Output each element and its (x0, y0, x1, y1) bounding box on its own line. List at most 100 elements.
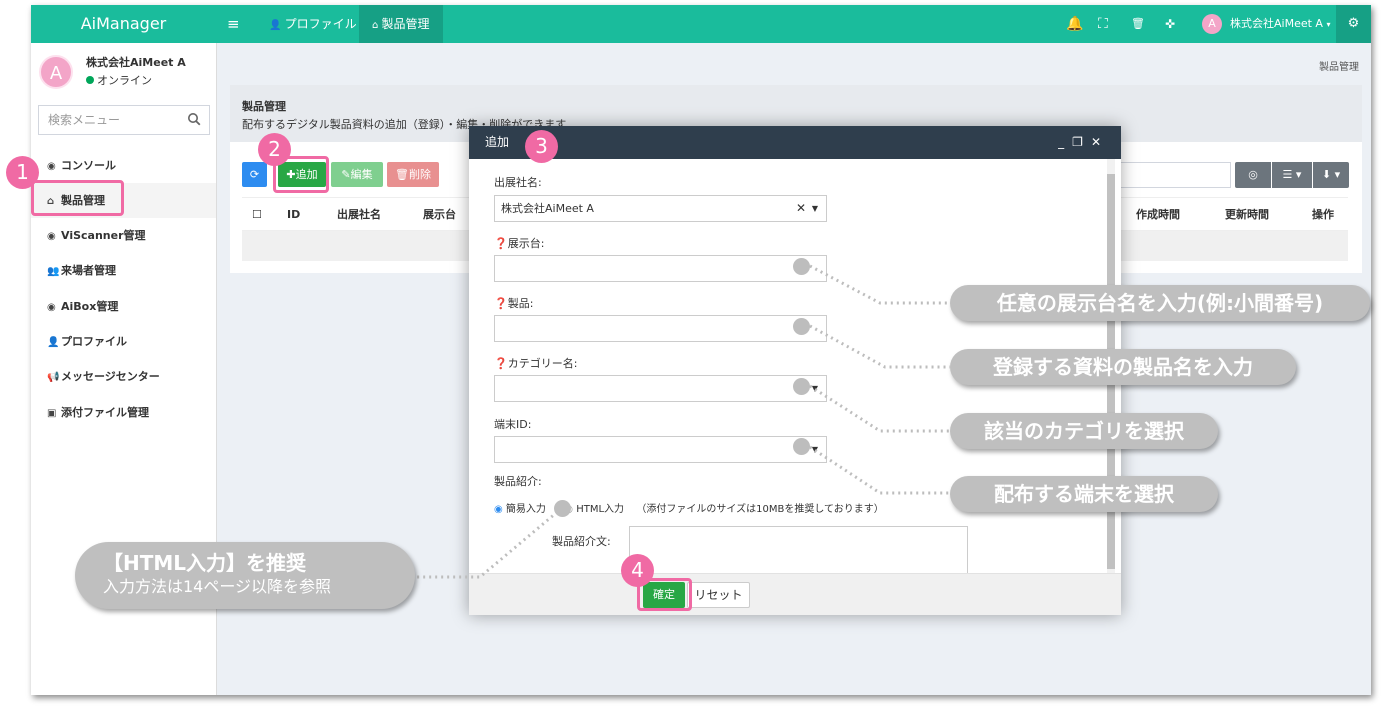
inbox-icon: ⌂ (372, 20, 382, 31)
sidebar-item-label: メッセージセンター (61, 370, 160, 383)
intro-label: 製品紹介: (494, 475, 542, 488)
sidebar-item-visitors[interactable]: 👥 来場者管理 (31, 253, 216, 288)
fullscreen-icon[interactable]: ✜ (1165, 5, 1175, 43)
category-select[interactable]: ▼ (494, 375, 827, 402)
sidebar-item-console[interactable]: ◉ コンソール (31, 148, 216, 183)
user-menu[interactable]: 株式会社AiMeet A ▾ (1230, 5, 1330, 44)
sidebar-item-messages[interactable]: 📢 メッセージセンター (31, 359, 216, 394)
dialog-footer: 確定 リセット (469, 573, 1121, 615)
maximize-icon[interactable]: ❐ (1072, 135, 1091, 149)
refresh-icon: ⟳ (249, 168, 260, 181)
clear-icon[interactable]: ✕ (796, 196, 806, 221)
online-status-label: オンライン (97, 74, 152, 87)
callout-dot (793, 258, 810, 275)
columns-menu-icon[interactable]: ☰ ▾ (1272, 162, 1312, 188)
callout-html-title: 【HTML入力】を推奨 (103, 551, 307, 575)
column-updated[interactable]: 更新時間 (1225, 198, 1269, 232)
intro-textarea[interactable] (629, 526, 968, 573)
minimize-icon[interactable]: _ (1058, 135, 1072, 149)
user-name: 株式会社AiMeet A (1230, 17, 1323, 30)
edit-button[interactable]: ✎編集 (331, 162, 383, 187)
radio-simple[interactable]: ◉ (494, 504, 503, 515)
category-label: ❓カテゴリー名: (494, 357, 578, 370)
bell-icon[interactable]: 🔔 (1066, 5, 1083, 43)
booth-input[interactable] (494, 255, 827, 282)
sidebar-item-aibox[interactable]: ◉ AiBox管理 (31, 289, 216, 324)
company-name: 株式会社AiMeet A (86, 56, 186, 69)
edit-button-label: 編集 (350, 168, 373, 181)
download-icon[interactable]: ⬇ ▾ (1313, 162, 1349, 188)
select-all-checkbox[interactable]: ☐ (252, 198, 262, 232)
device-label: 端末ID: (494, 418, 532, 431)
breadcrumb[interactable]: 製品管理 (1319, 58, 1359, 73)
step-marker-3: 3 (525, 130, 558, 163)
callout-dot (793, 378, 810, 395)
trash-icon[interactable]: 🗑 (1131, 5, 1145, 43)
toggle-view-icon[interactable]: ◎ (1235, 162, 1271, 188)
avatar[interactable]: A (1202, 14, 1222, 34)
column-created[interactable]: 作成時間 (1136, 198, 1180, 232)
product-input[interactable] (494, 315, 827, 342)
caret-down-icon: ▼ (811, 445, 818, 454)
nav-products[interactable]: ⌂ 製品管理 (359, 5, 443, 43)
column-id[interactable]: ID (287, 198, 300, 232)
callout-device: 配布する端末を選択 (950, 476, 1218, 512)
column-actions[interactable]: 操作 (1312, 198, 1334, 232)
user-avatar: A (39, 55, 73, 89)
exhibitor-value: 株式会社AiMeet A (501, 202, 594, 215)
radio-html-label: HTML入力 (576, 504, 625, 515)
pencil-icon: ✎ (341, 168, 351, 181)
search-input[interactable] (39, 106, 179, 134)
menu-toggle-icon[interactable]: ≡ (227, 5, 249, 43)
sidebar-item-viscanner[interactable]: ◉ ViScanner管理 (31, 218, 216, 253)
column-booth[interactable]: 展示台 (423, 198, 456, 232)
nav-profile[interactable]: 👤 プロファイル (255, 5, 371, 43)
settings-icon[interactable]: ⚙ (1336, 5, 1371, 43)
refresh-button[interactable]: ⟳ (242, 162, 267, 187)
table-search-input[interactable] (1111, 162, 1231, 188)
dialog-header: 追加 _❐✕ (469, 126, 1121, 159)
nav-products-label: 製品管理 (381, 17, 430, 31)
top-navbar: AiManager ≡ 👤 プロファイル ⌂ 製品管理 🔔 ⛶ 🗑 ✜ A 株式… (31, 5, 1371, 43)
dashboard-icon: ◉ (47, 302, 56, 313)
intro-mode-radios: ◉ 簡易入力 ○ HTML入力 （添付ファイルのサイズは10MBを推奨しておりま… (494, 500, 884, 515)
attachment-note: （添付ファイルのサイズは10MBを推奨しております） (636, 504, 884, 515)
sidebar-item-attachments[interactable]: ▣ 添付ファイル管理 (31, 395, 216, 430)
callout-dot (793, 438, 810, 455)
callout-html: 【HTML入力】を推奨 入力方法は14ページ以降を参照 (75, 542, 415, 609)
sidebar-item-label: コンソール (61, 159, 116, 172)
caret-down-icon: ▼ (811, 384, 818, 393)
callout-booth: 任意の展示台名を入力(例:小間番号) (950, 285, 1370, 321)
sidebar-item-label: 添付ファイル管理 (61, 406, 149, 419)
caret-down-icon[interactable]: ▼ (812, 196, 818, 221)
scan-icon[interactable]: ⛶ (1098, 5, 1108, 43)
trash-icon: 🗑 (395, 168, 409, 181)
page-title: 製品管理 (242, 100, 286, 113)
sidebar-item-label: ViScanner管理 (61, 229, 146, 242)
users-icon: 👥 (47, 266, 60, 277)
search-box (38, 105, 210, 135)
callout-dot (793, 318, 810, 335)
caret-down-icon: ▾ (1326, 20, 1331, 29)
column-exhibitor[interactable]: 出展社名 (337, 198, 381, 232)
dialog-window-controls: _❐✕ (1058, 126, 1109, 159)
dialog-title: 追加 (485, 135, 510, 149)
delete-button[interactable]: 🗑削除 (387, 162, 439, 187)
app-logo[interactable]: AiManager (31, 5, 216, 43)
delete-button-label: 削除 (408, 168, 431, 181)
sidebar-item-profile[interactable]: 👤 プロファイル (31, 324, 216, 359)
online-dot-icon (86, 76, 94, 84)
dashboard-icon: ◉ (47, 161, 56, 172)
bullhorn-icon: 📢 (47, 372, 60, 383)
close-icon[interactable]: ✕ (1091, 135, 1109, 149)
reset-button[interactable]: リセット (687, 582, 750, 608)
online-status: オンライン (86, 72, 152, 88)
product-label: ❓製品: (494, 297, 534, 310)
step-marker-4: 4 (621, 554, 654, 587)
callout-html-subtitle: 入力方法は14ページ以降を参照 (103, 577, 332, 596)
callout-category: 該当のカテゴリを選択 (950, 413, 1218, 449)
device-select[interactable]: ▼ (494, 436, 827, 463)
exhibitor-select[interactable]: 株式会社AiMeet A ✕ ▼ (494, 195, 827, 222)
image-file-icon: ▣ (47, 408, 57, 419)
search-icon[interactable] (187, 112, 201, 126)
